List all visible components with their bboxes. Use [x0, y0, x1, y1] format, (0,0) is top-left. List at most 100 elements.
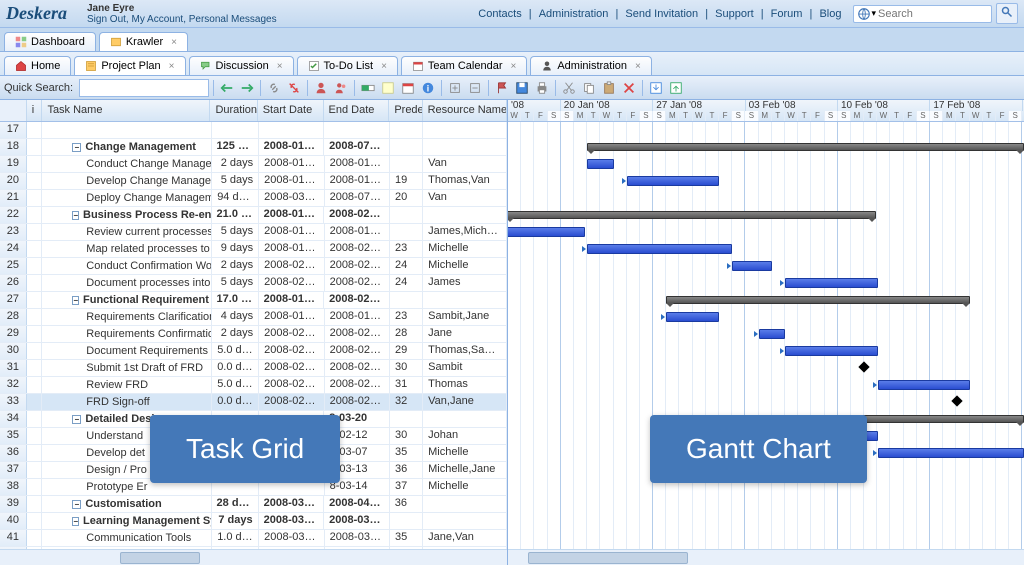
- end-cell[interactable]: 2008-02-19: [324, 292, 390, 308]
- resource-button[interactable]: [312, 79, 330, 97]
- grid-body[interactable]: 1718−Change Management125 days2008-01-22…: [0, 122, 507, 549]
- end-cell[interactable]: 2008-01-21: [325, 224, 390, 240]
- task-name-cell[interactable]: Develop det: [42, 445, 212, 461]
- tab-calendar[interactable]: Team Calendar×: [401, 56, 527, 75]
- resource-cell[interactable]: James,Michelle: [423, 224, 507, 240]
- collapse-toggle[interactable]: −: [72, 517, 79, 526]
- resource-cell[interactable]: [423, 122, 507, 138]
- resource-cell[interactable]: Van: [423, 156, 507, 172]
- table-row[interactable]: 38Prototype Er8-03-1437Michelle: [0, 479, 507, 496]
- task-name-cell[interactable]: Requirements Confirmation work: [42, 326, 212, 342]
- unlink-button[interactable]: [285, 79, 303, 97]
- calendar-button[interactable]: [399, 79, 417, 97]
- start-cell[interactable]: 2008-02-12: [259, 360, 324, 376]
- start-cell[interactable]: 2008-01-28: [259, 309, 324, 325]
- end-cell[interactable]: 2008-02-05: [325, 326, 390, 342]
- pred-cell[interactable]: 19: [390, 173, 423, 189]
- end-cell[interactable]: 8-03-07: [325, 445, 390, 461]
- gantt-hscroll[interactable]: [508, 549, 1024, 565]
- duration-cell[interactable]: 125 days: [212, 139, 259, 155]
- pred-cell[interactable]: 24: [390, 258, 423, 274]
- nav-admin[interactable]: Administration: [535, 8, 613, 20]
- task-name-cell[interactable]: Submit 1st Draft of FRD: [42, 360, 212, 376]
- task-name-cell[interactable]: [42, 122, 211, 138]
- import-button[interactable]: [647, 79, 665, 97]
- start-cell[interactable]: 2008-01-22: [259, 139, 325, 155]
- duration-cell[interactable]: 5 days: [212, 224, 259, 240]
- pred-cell[interactable]: 31: [390, 377, 423, 393]
- save-button[interactable]: [513, 79, 531, 97]
- end-cell[interactable]: 2008-01-31: [325, 309, 390, 325]
- start-cell[interactable]: 2008-01-22: [259, 241, 324, 257]
- resource2-button[interactable]: [332, 79, 350, 97]
- task-name-cell[interactable]: Deploy Change Management Act: [42, 190, 212, 206]
- task-bar[interactable]: [878, 380, 970, 390]
- resource-cell[interactable]: [423, 139, 507, 155]
- pred-cell[interactable]: 35: [390, 445, 423, 461]
- col-resources[interactable]: Resource Names: [423, 100, 507, 121]
- search-input[interactable]: [878, 8, 988, 20]
- pred-cell[interactable]: [390, 224, 423, 240]
- pred-cell[interactable]: 32: [390, 394, 423, 410]
- collapse-toggle[interactable]: −: [72, 415, 81, 424]
- duration-cell[interactable]: [212, 122, 259, 138]
- duration-cell[interactable]: 2 days: [212, 156, 259, 172]
- duration-cell[interactable]: 5.0 days: [212, 377, 259, 393]
- table-row[interactable]: 25Conduct Confirmation Workshop2 days200…: [0, 258, 507, 275]
- collapse-toggle[interactable]: −: [72, 211, 79, 220]
- expand-button[interactable]: [446, 79, 464, 97]
- pred-cell[interactable]: 37: [390, 479, 423, 495]
- end-cell[interactable]: 8-02-12: [325, 428, 390, 444]
- nav-forum[interactable]: Forum: [767, 8, 807, 20]
- duration-cell[interactable]: 4 days: [212, 309, 259, 325]
- end-cell[interactable]: 2008-02-04: [325, 258, 390, 274]
- close-icon[interactable]: ×: [171, 37, 177, 48]
- pred-cell[interactable]: [390, 513, 423, 529]
- task-bar[interactable]: [785, 278, 877, 288]
- table-row[interactable]: 30Document Requirements into FRD5.0 days…: [0, 343, 507, 360]
- duration-cell[interactable]: 0.0 days: [212, 360, 259, 376]
- duration-cell[interactable]: 28 days: [212, 496, 259, 512]
- table-row[interactable]: 40−Learning Management Syste7 days2008-0…: [0, 513, 507, 530]
- start-cell[interactable]: [259, 122, 325, 138]
- end-cell[interactable]: 2008-02-12: [325, 275, 390, 291]
- pred-cell[interactable]: 24: [390, 275, 423, 291]
- tab-home[interactable]: Home: [4, 56, 71, 75]
- myaccount-link[interactable]: My Account: [131, 14, 183, 25]
- table-row[interactable]: 22−Business Process Re-engineerin21.0 da…: [0, 207, 507, 224]
- col-duration[interactable]: Duration: [210, 100, 257, 121]
- start-cell[interactable]: 2008-02-19: [259, 394, 324, 410]
- resource-cell[interactable]: Michelle: [423, 258, 507, 274]
- close-icon[interactable]: ×: [511, 61, 517, 72]
- collapse-button[interactable]: [466, 79, 484, 97]
- end-cell[interactable]: 2008-07-14: [324, 139, 390, 155]
- duration-cell[interactable]: [212, 411, 259, 427]
- tab-todo[interactable]: To-Do List×: [297, 56, 398, 75]
- task-name-cell[interactable]: Design / Pro: [42, 462, 212, 478]
- tab-admin[interactable]: Administration×: [530, 56, 652, 75]
- task-bar[interactable]: [666, 312, 719, 322]
- pred-cell[interactable]: 30: [390, 360, 423, 376]
- resource-cell[interactable]: Thomas: [423, 377, 507, 393]
- end-cell[interactable]: 2008-01-23: [325, 156, 390, 172]
- resource-cell[interactable]: Johan: [423, 428, 507, 444]
- nav-contacts[interactable]: Contacts: [474, 8, 525, 20]
- start-cell[interactable]: 2008-01-22: [259, 156, 324, 172]
- end-cell[interactable]: 2008-02-01: [325, 241, 390, 257]
- col-enddate[interactable]: End Date: [324, 100, 390, 121]
- start-cell[interactable]: [259, 445, 324, 461]
- tab-krawler[interactable]: Krawler ×: [99, 32, 188, 51]
- delete-button[interactable]: [620, 79, 638, 97]
- task-name-cell[interactable]: −Detailed Design: [42, 411, 211, 427]
- end-cell[interactable]: 2008-03-25: [324, 513, 390, 529]
- start-cell[interactable]: 2008-02-06: [259, 275, 324, 291]
- task-bar[interactable]: [627, 176, 719, 186]
- start-cell[interactable]: 2008-03-17: [259, 496, 325, 512]
- scroll-thumb[interactable]: [120, 552, 200, 564]
- milestone-marker[interactable]: [951, 395, 962, 406]
- task-name-cell[interactable]: FRD Sign-off: [42, 394, 212, 410]
- pred-cell[interactable]: [390, 156, 423, 172]
- nav-blog[interactable]: Blog: [815, 8, 845, 20]
- resource-cell[interactable]: [423, 496, 507, 512]
- duration-cell[interactable]: 5.0 days: [212, 343, 259, 359]
